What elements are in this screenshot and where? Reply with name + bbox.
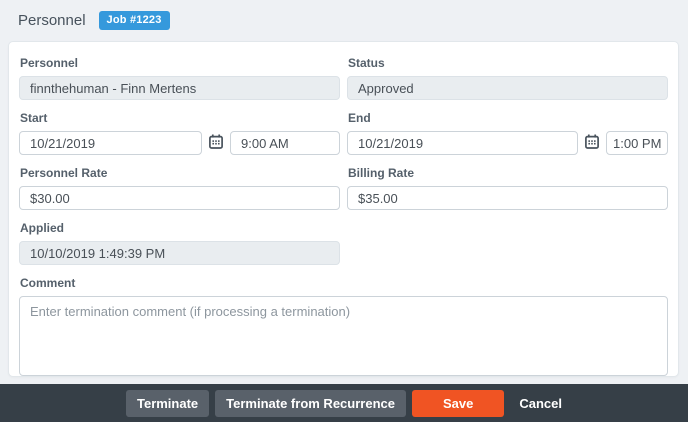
cancel-button[interactable]: Cancel — [519, 396, 562, 411]
save-button[interactable]: Save — [412, 390, 504, 417]
page-header: Personnel Job #1223 — [0, 0, 688, 30]
calendar-icon — [209, 134, 223, 152]
personnel-rate-label: Personnel Rate — [20, 166, 340, 180]
status-field — [347, 76, 668, 100]
start-label: Start — [20, 111, 340, 125]
status-field-group: Status — [347, 56, 668, 100]
personnel-rate-input[interactable] — [19, 186, 340, 210]
start-calendar-button[interactable] — [208, 135, 224, 151]
personnel-label: Personnel — [20, 56, 340, 70]
status-label: Status — [348, 56, 668, 70]
page-title: Personnel — [18, 12, 86, 29]
applied-label: Applied — [20, 221, 340, 235]
personnel-form-card: Personnel Status Start — [8, 41, 679, 377]
form-row-personnel-status: Personnel Status — [19, 56, 668, 100]
personnel-field-group: Personnel — [19, 56, 340, 100]
comment-field-group: Comment — [19, 276, 668, 381]
end-label: End — [348, 111, 668, 125]
end-field-group: End — [347, 111, 668, 155]
applied-field — [19, 241, 340, 265]
billing-rate-label: Billing Rate — [348, 166, 668, 180]
billing-rate-input[interactable] — [347, 186, 668, 210]
start-date-input[interactable] — [19, 131, 202, 155]
personnel-rate-field-group: Personnel Rate — [19, 166, 340, 210]
form-row-rates: Personnel Rate Billing Rate — [19, 166, 668, 210]
personnel-field — [19, 76, 340, 100]
job-number-badge: Job #1223 — [99, 11, 170, 30]
terminate-button[interactable]: Terminate — [126, 390, 209, 417]
billing-rate-field-group: Billing Rate — [347, 166, 668, 210]
form-row-applied: Applied — [19, 221, 668, 265]
comment-textarea[interactable] — [19, 296, 668, 376]
comment-label: Comment — [20, 276, 668, 290]
end-date-input[interactable] — [347, 131, 578, 155]
end-calendar-button[interactable] — [584, 135, 600, 151]
form-row-start-end: Start — [19, 111, 668, 155]
applied-field-group: Applied — [19, 221, 340, 265]
terminate-from-recurrence-button[interactable]: Terminate from Recurrence — [215, 390, 406, 417]
end-time-input[interactable] — [606, 131, 668, 155]
calendar-icon — [585, 134, 599, 152]
action-footer: Terminate Terminate from Recurrence Save… — [0, 384, 688, 422]
start-field-group: Start — [19, 111, 340, 155]
start-time-input[interactable] — [230, 131, 340, 155]
